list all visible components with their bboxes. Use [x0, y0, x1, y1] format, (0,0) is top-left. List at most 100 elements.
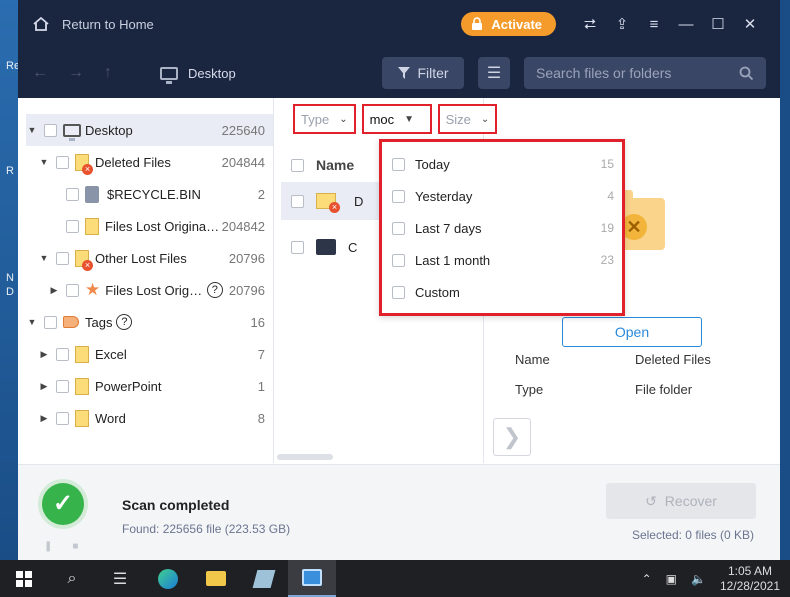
search-input[interactable]	[536, 65, 726, 81]
dropdown-option-today[interactable]: Today 15	[382, 148, 622, 180]
minimize-button[interactable]: —	[670, 16, 702, 33]
edge-browser-icon[interactable]	[144, 560, 192, 597]
recovery-app-taskbar-icon[interactable]	[288, 560, 336, 597]
file-explorer-icon[interactable]	[192, 560, 240, 597]
help-icon[interactable]: ?	[206, 282, 223, 298]
tree-node-word[interactable]: ▶ Word 8	[18, 402, 273, 434]
system-tray: ⌃ ▣ 🔈 1:05 AM 12/28/2021	[642, 564, 790, 594]
next-button[interactable]: ❯	[493, 418, 531, 456]
modified-filter-select[interactable]: moc ▼	[361, 104, 432, 134]
name-column-header[interactable]: Name	[316, 157, 354, 173]
checkbox[interactable]	[392, 157, 405, 171]
windows-logo-icon	[16, 570, 32, 587]
horizontal-scrollbar[interactable]	[277, 454, 333, 460]
tree-node-desktop[interactable]: ▼ Desktop 225640	[26, 114, 273, 146]
checkbox[interactable]	[392, 189, 405, 203]
tree-node-recycle-bin[interactable]: $RECYCLE.BIN 2	[18, 178, 273, 210]
task-view-icon[interactable]: ☰	[96, 560, 144, 597]
type-filter-select[interactable]: Type ⌄	[293, 104, 356, 134]
collapse-arrow-icon[interactable]: ▶	[48, 285, 60, 296]
search-icon[interactable]: ⌕	[48, 560, 96, 597]
toolbar: ← → ↑ Desktop Filter ☰	[18, 48, 780, 98]
checkbox[interactable]	[392, 253, 405, 267]
checkbox[interactable]	[56, 347, 69, 361]
property-row: Type File folder	[515, 382, 692, 397]
checkbox[interactable]	[66, 219, 79, 233]
select-all-checkbox[interactable]	[291, 158, 304, 172]
dropdown-option-last-1-month[interactable]: Last 1 month 23	[382, 244, 622, 276]
activate-button[interactable]: Activate	[461, 12, 556, 36]
start-button[interactable]	[0, 560, 48, 597]
folder-icon	[85, 217, 99, 235]
checkbox[interactable]	[56, 379, 69, 393]
forward-arrow-icon[interactable]: →	[68, 64, 90, 82]
property-value: File folder	[635, 382, 693, 397]
network-icon[interactable]: ▣	[666, 572, 677, 586]
checkbox[interactable]	[291, 194, 304, 208]
back-arrow-icon[interactable]: ←	[32, 64, 54, 82]
checkbox[interactable]	[44, 315, 57, 329]
checkbox[interactable]	[56, 251, 69, 265]
tree-node-files-lost-original[interactable]: Files Lost Original ... 204842	[18, 210, 273, 242]
collapse-arrow-icon[interactable]: ▶	[38, 413, 50, 424]
scan-status-summary: Found: 225656 file (223.53 GB)	[122, 522, 291, 536]
upload-icon[interactable]: ⇪	[606, 15, 638, 33]
expand-arrow-icon[interactable]: ▼	[38, 157, 50, 167]
dropdown-option-custom[interactable]: Custom	[382, 276, 622, 308]
checkmark-icon: ✓	[42, 483, 84, 525]
recover-button[interactable]: ↺ Recover	[606, 483, 756, 519]
app-pinned-icon[interactable]	[240, 560, 288, 597]
tree-node-other-lost-files[interactable]: ▼ Other Lost Files 20796	[18, 242, 273, 274]
checkbox[interactable]	[44, 123, 57, 137]
share-icon[interactable]: ⮂	[574, 16, 606, 33]
checkbox[interactable]	[66, 187, 79, 201]
search-icon[interactable]	[739, 66, 754, 81]
chevron-down-icon: ▼	[404, 113, 415, 125]
checkbox[interactable]	[66, 283, 79, 297]
desktop-background-right	[780, 0, 790, 560]
chevron-up-icon[interactable]: ⌃	[642, 572, 652, 586]
up-arrow-icon[interactable]: ↑	[104, 64, 126, 82]
list-view-button[interactable]: ☰	[478, 57, 510, 89]
tree-label: Excel	[95, 346, 127, 362]
activate-label: Activate	[491, 16, 542, 32]
collapse-arrow-icon[interactable]: ▶	[38, 381, 50, 392]
return-home-button[interactable]: Return to Home	[32, 16, 154, 32]
clock[interactable]: 1:05 AM 12/28/2021	[720, 564, 780, 594]
checkbox[interactable]	[291, 240, 304, 254]
tree-node-deleted-files[interactable]: ▼ Deleted Files 204844	[18, 146, 273, 178]
status-footer: ✓ Scan completed Found: 225656 file (223…	[18, 464, 780, 560]
tree-count: 204842	[221, 218, 265, 234]
folder-tree: ▼ Desktop 225640 ▼ Deleted Files 204844 …	[18, 98, 274, 463]
maximize-button[interactable]: ☐	[702, 15, 734, 33]
checkbox[interactable]	[56, 155, 69, 169]
file-name: D	[354, 193, 364, 209]
tree-node-tags[interactable]: ▼ Tags ? 16	[18, 306, 273, 338]
deleted-folder-icon	[316, 193, 340, 213]
tree-node-files-lost-origin[interactable]: ▶ ★ Files Lost Origin... ? 20796	[18, 274, 273, 306]
collapse-arrow-icon[interactable]: ▶	[38, 349, 50, 360]
filter-button[interactable]: Filter	[382, 57, 464, 89]
dropdown-option-last-7-days[interactable]: Last 7 days 19	[382, 212, 622, 244]
tree-node-excel[interactable]: ▶ Excel 7	[18, 338, 273, 370]
tree-node-powerpoint[interactable]: ▶ PowerPoint 1	[18, 370, 273, 402]
tree-count: 20796	[228, 250, 265, 266]
dropdown-option-yesterday[interactable]: Yesterday 4	[382, 180, 622, 212]
pause-stop-icons[interactable]: ❚■	[44, 541, 98, 552]
volume-icon[interactable]: 🔈	[691, 572, 706, 586]
filter-row: Type ⌄ moc ▼ Size ⌄	[293, 104, 498, 134]
checkbox[interactable]	[392, 285, 405, 299]
expand-arrow-icon[interactable]: ▼	[26, 317, 38, 327]
menu-lines-icon[interactable]: ≡	[638, 16, 670, 33]
open-button[interactable]: Open	[562, 317, 702, 347]
desktop-text: N	[6, 272, 14, 284]
checkbox[interactable]	[392, 221, 405, 235]
expand-arrow-icon[interactable]: ▼	[26, 125, 38, 135]
help-icon[interactable]: ?	[116, 314, 133, 330]
option-count: 15	[600, 157, 614, 171]
checkbox[interactable]	[56, 411, 69, 425]
close-button[interactable]: ✕	[734, 15, 766, 33]
tree-label: Other Lost Files	[95, 250, 187, 266]
app-window: Return to Home Activate ⮂ ⇪ ≡ — ☐ ✕ ← → …	[18, 0, 780, 560]
expand-arrow-icon[interactable]: ▼	[38, 253, 50, 263]
